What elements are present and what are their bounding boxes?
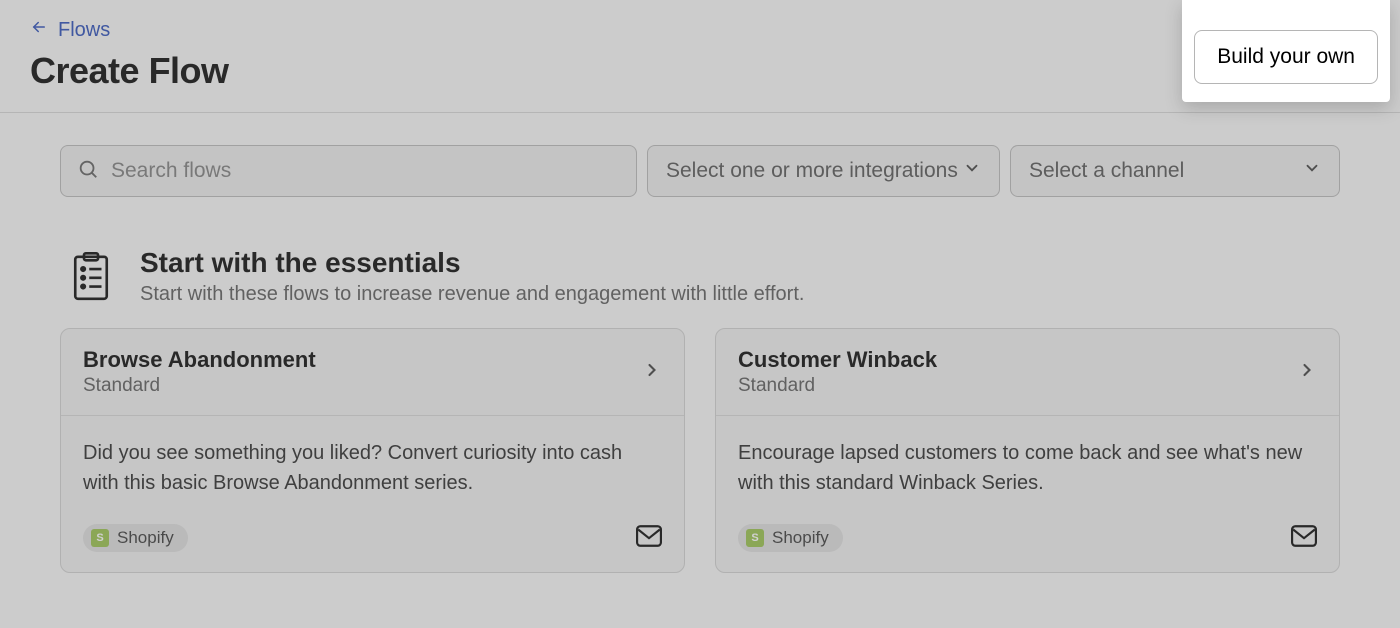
card-description: Did you see something you liked? Convert… [83, 438, 662, 498]
card-subtitle: Standard [83, 375, 316, 397]
card-title: Browse Abandonment [83, 347, 316, 373]
tag-label: Shopify [117, 528, 174, 548]
integrations-select[interactable]: Select one or more integrations [647, 145, 1000, 197]
flow-card[interactable]: Customer Winback Standard Encourage laps… [715, 328, 1340, 573]
cards-grid: Browse Abandonment Standard Did you see … [60, 328, 1340, 573]
arrow-left-icon [30, 18, 48, 42]
card-subtitle: Standard [738, 375, 937, 397]
section-title: Start with the essentials [140, 247, 804, 279]
flow-card[interactable]: Browse Abandonment Standard Did you see … [60, 328, 685, 573]
chevron-right-icon [642, 360, 662, 385]
channel-select-label: Select a channel [1029, 159, 1184, 183]
card-description: Encourage lapsed customers to come back … [738, 438, 1317, 498]
chevron-down-icon [1303, 159, 1321, 183]
page-title: Create Flow [30, 50, 1370, 92]
clipboard-list-icon [70, 251, 112, 306]
section-head: Start with the essentials Start with the… [60, 247, 1340, 306]
tag-label: Shopify [772, 528, 829, 548]
floating-panel: Build your own [1182, 0, 1390, 102]
email-icon [1291, 525, 1317, 552]
content: Select one or more integrations Select a… [0, 113, 1400, 605]
section-subtitle: Start with these flows to increase reven… [140, 283, 804, 306]
search-icon [77, 158, 99, 185]
build-your-own-button[interactable]: Build your own [1194, 30, 1378, 84]
chevron-down-icon [963, 159, 981, 183]
integrations-select-label: Select one or more integrations [666, 159, 958, 183]
back-link[interactable]: Flows [30, 18, 110, 42]
email-icon [636, 525, 662, 552]
search-input[interactable] [111, 159, 620, 183]
integration-tag: Shopify [738, 524, 843, 552]
filters-bar: Select one or more integrations Select a… [60, 145, 1340, 197]
shopify-icon [91, 529, 109, 547]
chevron-right-icon [1297, 360, 1317, 385]
card-title: Customer Winback [738, 347, 937, 373]
search-input-wrap[interactable] [60, 145, 637, 197]
integration-tag: Shopify [83, 524, 188, 552]
shopify-icon [746, 529, 764, 547]
back-link-label: Flows [58, 19, 110, 42]
channel-select[interactable]: Select a channel [1010, 145, 1340, 197]
